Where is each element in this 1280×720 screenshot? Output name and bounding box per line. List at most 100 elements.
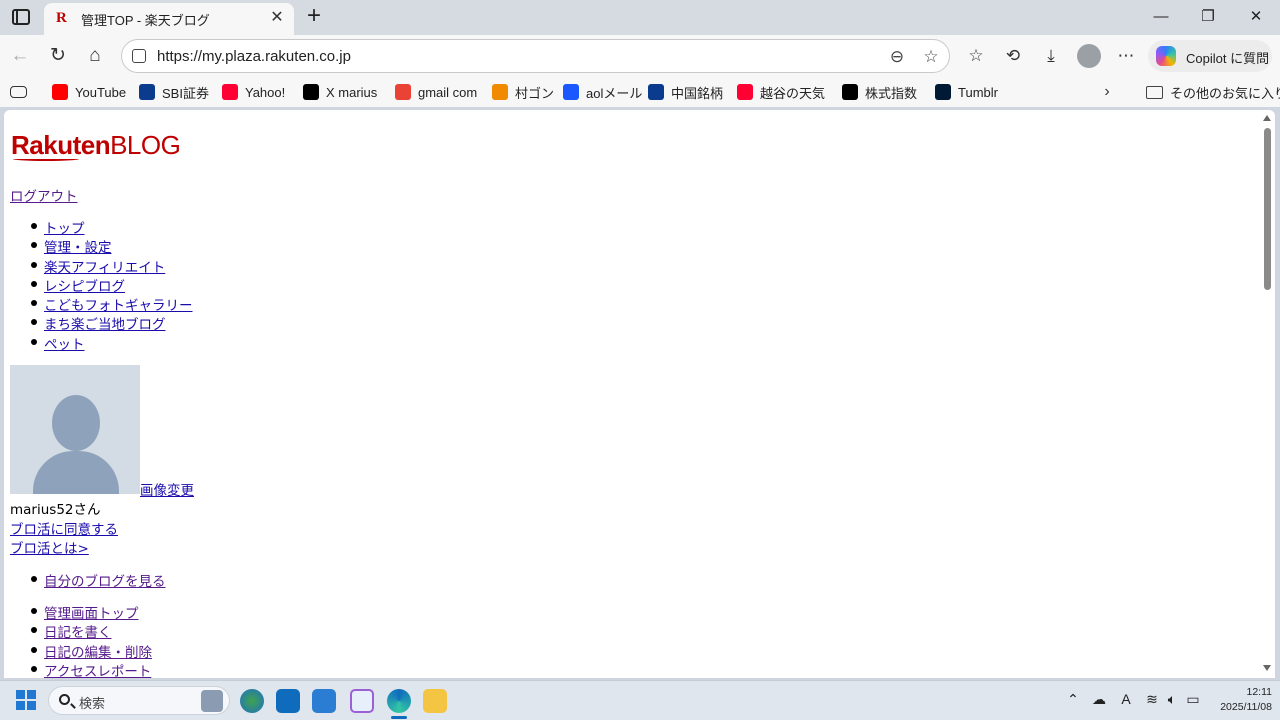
favorite-item[interactable]: gmail com [395,83,477,101]
favorite-item[interactable]: 越谷の天気 [737,83,825,101]
scroll-down-icon[interactable] [1263,665,1271,671]
favorites-icon[interactable]: ☆ [963,43,989,69]
favorite-item[interactable]: 中国銘柄 [648,83,723,101]
page-viewport: RakutenBLOG ログアウト トップ管理・設定楽天アフィリエイト レシピブロ… [4,110,1275,678]
tab-actions-icon[interactable] [12,9,30,25]
favorite-item[interactable]: X marius [303,83,377,101]
admin-link[interactable]: 管理画面トップ [44,606,139,622]
image-change-link[interactable]: 画像変更 [140,479,194,499]
tab-close-icon[interactable]: ✕ [268,9,286,27]
favorite-label: 株式指数 [865,85,918,101]
back-button[interactable]: ← [7,43,33,69]
volume-icon[interactable]: 🔈︎ [1163,691,1181,708]
clock-date: 2025/11/08 [1220,701,1272,713]
search-highlight-icon [201,690,223,712]
downloads-icon[interactable]: ⤓ [1038,43,1064,69]
restore-button[interactable]: ❐ [1196,6,1220,28]
scroll-up-icon[interactable] [1263,115,1271,121]
chevron-up-icon[interactable]: ⌃ [1064,691,1082,708]
other-favorites-label: その他のお気に入り [1170,86,1280,101]
profile-avatar[interactable] [1077,44,1101,68]
battery-icon[interactable]: ▭ [1184,691,1202,708]
sbi-icon [139,84,155,100]
mura-icon [492,84,508,100]
favorite-star-icon[interactable]: ☆ [920,46,942,68]
chugoku-icon [648,84,664,100]
nav-link[interactable]: トップ [44,221,85,237]
new-tab-button[interactable]: + [303,4,325,28]
chevron-right-icon[interactable]: › [1098,83,1116,101]
nav-link[interactable]: 楽天アフィリエイト [44,260,165,276]
list-item: ペット [10,333,193,353]
more-menu-icon[interactable]: ⋯ [1113,43,1139,69]
logo-swoosh [13,157,79,161]
ime-icon[interactable]: A [1117,691,1135,707]
start-button[interactable] [16,690,36,710]
scroll-thumb[interactable] [1264,128,1271,290]
rakuten-blog-logo[interactable]: RakutenBLOG [11,130,181,161]
close-window-button[interactable]: ✕ [1244,6,1268,28]
favorite-item[interactable]: 村ゴン [492,83,554,101]
favorite-label: 中国銘柄 [671,85,724,101]
nav-link[interactable]: レシピブログ [44,279,125,295]
favorite-item[interactable]: Tumblr [935,83,998,101]
my-blog-link[interactable]: 自分のブログを見る [44,574,166,590]
copilot-label: Copilot に質問 [1186,51,1270,66]
whatis-link[interactable]: ブロ活とは> [10,537,89,557]
file-explorer-icon[interactable] [423,689,447,713]
list-item: 楽天アフィリエイト [10,256,193,276]
copilot-button[interactable]: Copilot に質問 [1148,40,1272,72]
favorite-item[interactable]: YouTube [52,83,126,101]
browser-toolbar: ← ↻ ⌂ https://my.plaza.rakuten.co.jp ⊖ ☆… [0,35,1280,77]
logout-link[interactable]: ログアウト [10,185,78,205]
logo-rakuten-text: Rakuten [11,130,111,160]
tumblr-icon [935,84,951,100]
home-button[interactable]: ⌂ [82,43,108,69]
favorite-item[interactable]: aolメール [563,83,642,101]
search-icon [59,694,70,705]
other-favorites-folder[interactable]: その他のお気に入り [1146,83,1280,102]
mail-app-icon[interactable] [312,689,336,713]
x-icon [303,84,319,100]
copilot-icon [1156,46,1176,66]
search-placeholder: 検索 [79,696,106,711]
refresh-button[interactable]: ↻ [45,43,71,69]
outlook-icon[interactable] [276,689,300,713]
yahoo-icon [737,84,753,100]
username: marius52さん [10,502,101,518]
history-icon[interactable]: ⟲ [1000,43,1026,69]
favorite-label: 村ゴン [515,85,555,101]
url-text[interactable]: https://my.plaza.rakuten.co.jp [157,48,351,65]
nav-link[interactable]: まち楽ご当地ブログ [44,317,166,333]
taskbar-search[interactable]: 検索 [48,686,230,715]
list-item: レシピブログ [10,275,193,295]
site-info-icon[interactable] [132,49,146,63]
vertical-scrollbar[interactable] [1260,110,1275,678]
edge-icon[interactable] [387,689,411,713]
title-bar: R 管理TOP - 楽天ブログ ✕ + — ❐ ✕ [0,0,1280,35]
cloud-icon[interactable]: ☁ [1090,691,1108,708]
zoom-icon[interactable]: ⊖ [886,46,908,68]
clock[interactable]: 12:11 2025/11/08 [1206,685,1272,715]
favorite-item[interactable]: SBI証券 [139,83,209,101]
admin-menu-list: 管理画面トップ 日記を書く日記の編集・削除 アクセスレポート [10,602,152,678]
weather-app-icon[interactable] [240,689,264,713]
wifi-icon[interactable]: ≋ [1143,691,1161,708]
nav-link[interactable]: こどもフォトギャラリー [44,298,193,314]
snipping-tool-icon[interactable] [350,689,374,713]
gmail-icon [395,84,411,100]
agree-link[interactable]: ブロ活に同意する [10,518,118,538]
minimize-button[interactable]: — [1149,6,1173,28]
browser-tab[interactable]: R 管理TOP - 楽天ブログ ✕ [44,3,294,35]
admin-link[interactable]: 日記を書く [44,625,112,641]
nav-link[interactable]: 管理・設定 [44,240,112,256]
admin-link[interactable]: アクセスレポート [44,664,151,678]
favorites-bar-toggle-icon[interactable] [10,83,27,101]
address-bar[interactable]: https://my.plaza.rakuten.co.jp ⊖ ☆ [121,39,950,73]
list-item: まち楽ご当地ブログ [10,313,193,333]
favorite-item[interactable]: 株式指数 [842,83,917,101]
favorite-item[interactable]: Yahoo! [222,83,285,101]
favorite-label: SBI証券 [162,85,209,101]
nav-link[interactable]: ペット [44,337,85,353]
admin-link[interactable]: 日記の編集・削除 [44,645,152,661]
